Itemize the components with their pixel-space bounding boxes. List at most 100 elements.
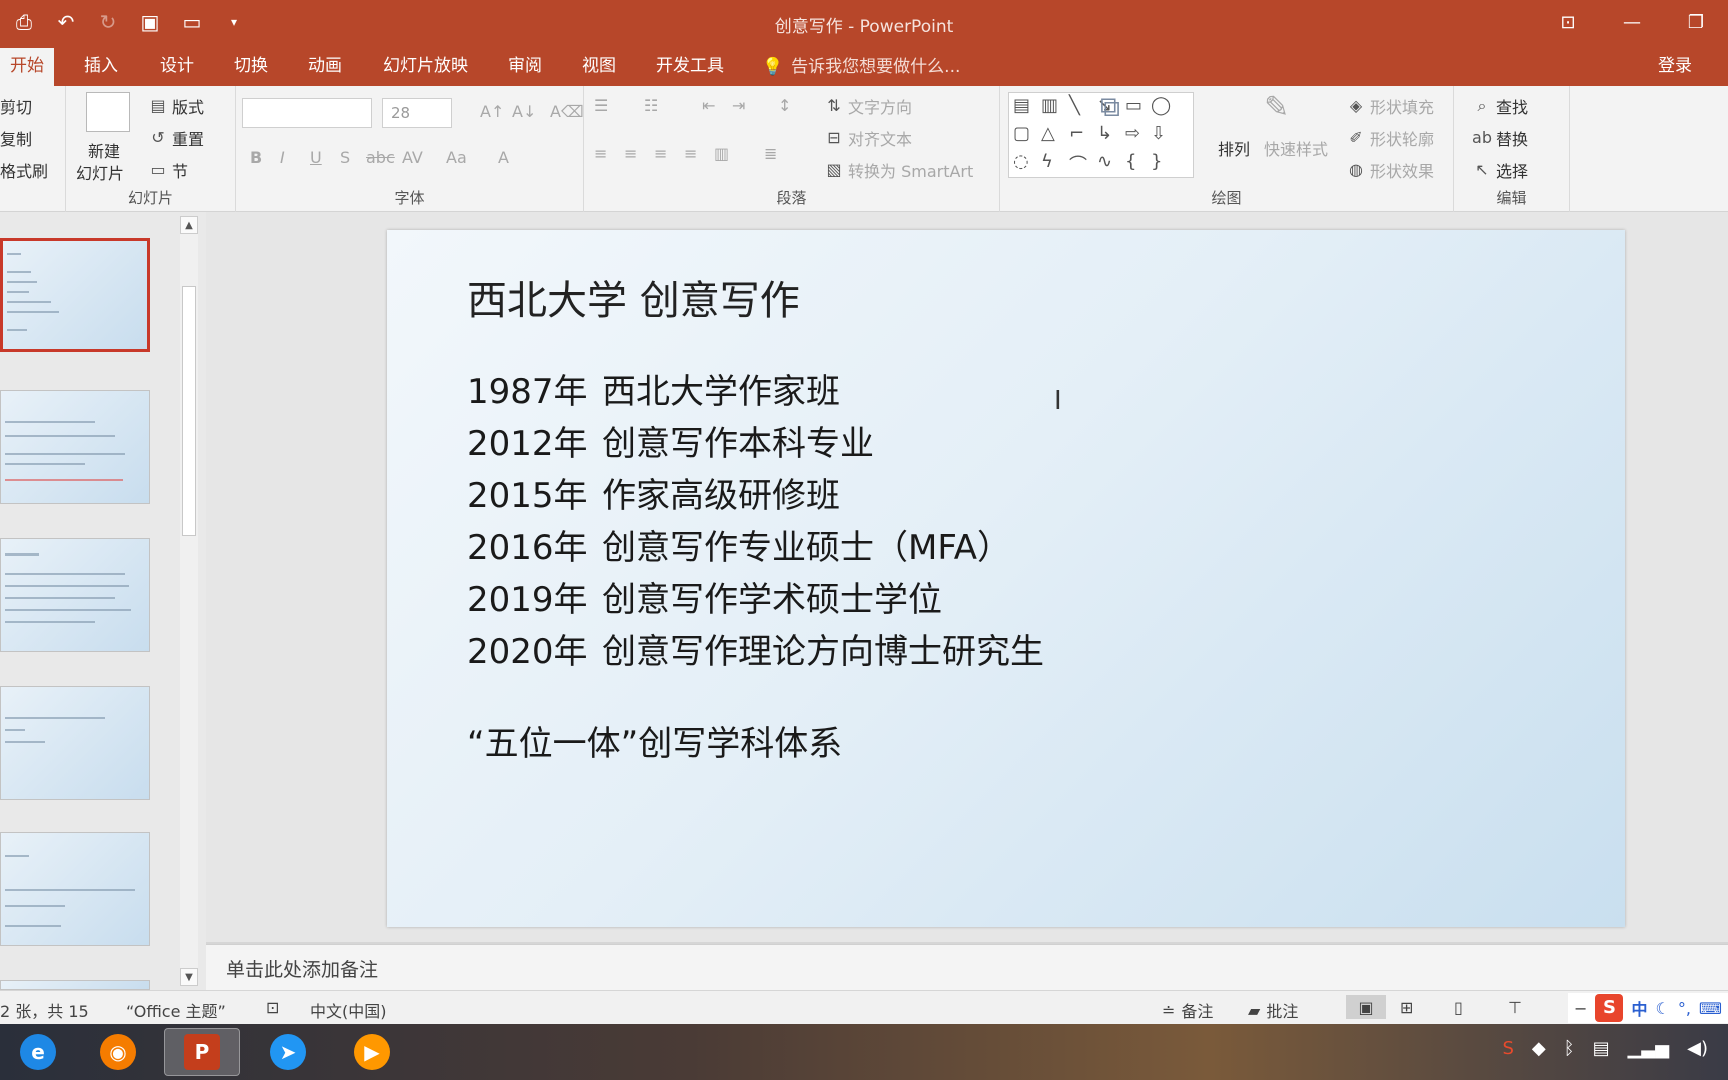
decrease-indent-icon[interactable]: ⇤	[702, 96, 715, 115]
reset-button[interactable]: ↺ 重置	[148, 126, 204, 150]
slideshow-view-icon[interactable]: ⊤	[1508, 998, 1522, 1017]
down-arrow-shape-icon[interactable]: ⇩	[1151, 123, 1166, 144]
volume-icon[interactable]: ◀)	[1687, 1038, 1708, 1059]
grow-font-icon[interactable]: A↑	[480, 102, 504, 121]
tab-transitions[interactable]: 切换	[234, 48, 268, 86]
quick-styles-button[interactable]: 快速样式	[1264, 136, 1328, 160]
scroll-up-icon[interactable]: ▲	[180, 216, 198, 234]
convert-smartart-button[interactable]: ▧ 转换为 SmartArt	[824, 158, 973, 182]
font-color-icon[interactable]: A	[498, 148, 509, 167]
vertical-textbox-icon[interactable]: ▥	[1041, 95, 1058, 116]
bold-icon[interactable]: B	[250, 148, 262, 167]
tab-developer[interactable]: 开发工具	[656, 48, 724, 86]
ie-taskbar-button[interactable]: e	[0, 1028, 76, 1076]
align-left-icon[interactable]: ≡	[594, 144, 607, 163]
text-direction-button[interactable]: ⇅ 文字方向	[824, 94, 912, 118]
scribble-icon[interactable]: ϟ	[1041, 151, 1053, 172]
moon-icon[interactable]: ☾	[1655, 999, 1669, 1018]
line-shape-icon[interactable]: ╲	[1069, 95, 1080, 116]
char-spacing-icon[interactable]: AV	[402, 148, 423, 167]
right-brace-icon[interactable]: }	[1151, 151, 1162, 172]
ime-mode[interactable]: 中	[1631, 996, 1647, 1020]
rectangle-shape-icon[interactable]: ▭	[1125, 95, 1142, 116]
firefox-taskbar-button[interactable]: ◉	[80, 1028, 156, 1076]
distribute-icon[interactable]: ≣	[764, 144, 777, 163]
strikethrough-icon[interactable]: abc	[366, 148, 395, 167]
rounded-rect-icon[interactable]: ▢	[1013, 123, 1030, 144]
shape-outline-button[interactable]: ✐ 形状轮廓	[1346, 126, 1434, 150]
slide-thumbnail[interactable]	[0, 538, 150, 652]
notes-toggle[interactable]: ≐ 备注	[1162, 998, 1213, 1022]
freeform-icon[interactable]: ◌	[1013, 151, 1029, 172]
quick-styles-icon[interactable]: ✎	[1264, 90, 1289, 125]
select-button[interactable]: ↖ 选择	[1472, 158, 1528, 182]
shadow-icon[interactable]: S	[340, 148, 350, 167]
comments-toggle[interactable]: ▰ 批注	[1248, 998, 1298, 1022]
triangle-shape-icon[interactable]: △	[1041, 123, 1055, 144]
tab-review[interactable]: 审阅	[508, 48, 542, 86]
line-spacing-icon[interactable]: ↕	[778, 96, 791, 115]
slide-thumbnail[interactable]	[0, 980, 150, 990]
notes-pane[interactable]: 单击此处添加备注	[206, 944, 1728, 990]
bluetooth-icon[interactable]: ᛒ	[1564, 1038, 1575, 1059]
tab-view[interactable]: 视图	[582, 48, 616, 86]
media-taskbar-button[interactable]: ▶	[334, 1028, 410, 1076]
minimize-icon[interactable]: —	[1600, 6, 1664, 38]
clipboard-tray-icon[interactable]: ▤	[1593, 1038, 1610, 1059]
normal-view-icon[interactable]: ▣	[1346, 995, 1386, 1019]
login-link[interactable]: 登录	[1658, 48, 1692, 84]
tab-insert[interactable]: 插入	[84, 48, 118, 86]
right-arrow-shape-icon[interactable]: ⇨	[1125, 123, 1140, 144]
tab-home[interactable]: 开始	[0, 48, 54, 86]
textbox-shape-icon[interactable]: ▤	[1013, 95, 1030, 116]
arrange-button[interactable]: 排列	[1218, 136, 1250, 160]
columns-icon[interactable]: ▥	[714, 144, 729, 163]
bullets-icon[interactable]: ☰	[594, 96, 608, 115]
shape-fill-button[interactable]: ◈ 形状填充	[1346, 94, 1434, 118]
tab-design[interactable]: 设计	[160, 48, 194, 86]
accessibility-icon[interactable]: ⊡	[266, 998, 279, 1017]
numbering-icon[interactable]: ☷	[644, 96, 658, 115]
slide-thumbnail[interactable]	[0, 390, 150, 504]
shrink-font-icon[interactable]: A↓	[512, 102, 536, 121]
sogou-tray-icon[interactable]: S	[1502, 1038, 1513, 1059]
thumbnail-scrollbar[interactable]: ▲ ▼	[180, 216, 198, 986]
powerpoint-taskbar-button[interactable]: P	[164, 1028, 240, 1076]
font-name-field[interactable]	[242, 98, 372, 128]
new-slide-label[interactable]: 新建	[88, 138, 120, 162]
elbow-connector-icon[interactable]: ⌐	[1069, 123, 1084, 144]
slide-thumbnail[interactable]	[0, 832, 150, 946]
underline-icon[interactable]: U	[310, 148, 322, 167]
tab-animations[interactable]: 动画	[308, 48, 342, 86]
new-slide-label-2[interactable]: 幻灯片	[76, 160, 124, 184]
tell-me-box[interactable]: 💡 告诉我您想要做什么...	[762, 48, 960, 86]
italic-icon[interactable]: I	[280, 148, 285, 167]
ime-toolbar[interactable]: − S 中 ☾ °, ⌨	[1568, 993, 1728, 1023]
justify-icon[interactable]: ≡	[684, 144, 697, 163]
arc-icon[interactable]: ⌒	[1069, 151, 1087, 177]
slide-footer-line[interactable]: “五位一体”创写学科体系	[467, 716, 842, 765]
layout-button[interactable]: ▤ 版式	[148, 94, 204, 118]
scrollbar-thumb[interactable]	[182, 286, 196, 536]
slide-sorter-icon[interactable]: ⊞	[1400, 998, 1413, 1017]
slide-title[interactable]: 西北大学 创意写作	[467, 268, 800, 326]
clear-format-icon[interactable]: A⌫	[550, 102, 584, 121]
scroll-down-icon[interactable]: ▼	[180, 968, 198, 986]
replace-button[interactable]: ab 替换	[1472, 126, 1528, 150]
elbow-arrow-icon[interactable]: ↳	[1097, 123, 1112, 144]
shape-effects-button[interactable]: ◍ 形状效果	[1346, 158, 1434, 182]
new-slide-icon[interactable]	[86, 92, 130, 132]
curve-icon[interactable]: ∿	[1097, 151, 1112, 172]
increase-indent-icon[interactable]: ⇥	[732, 96, 745, 115]
align-text-button[interactable]: ⊟ 对齐文本	[824, 126, 912, 150]
reading-view-icon[interactable]: ▯	[1454, 998, 1463, 1017]
sogou-logo-icon[interactable]: S	[1595, 994, 1624, 1022]
left-brace-icon[interactable]: {	[1125, 151, 1136, 172]
align-center-icon[interactable]: ≡	[624, 144, 637, 163]
change-case-icon[interactable]: Aa	[446, 148, 467, 167]
current-slide[interactable]: 西北大学 创意写作 1987年 西北大学作家班 2012年 创意写作本科专业 201…	[387, 230, 1625, 927]
network-icon[interactable]: ▁▃▅	[1628, 1038, 1670, 1059]
ribbon-display-icon[interactable]: ⊡	[1536, 6, 1600, 38]
punctuation-icon[interactable]: °,	[1678, 999, 1691, 1018]
feishu-taskbar-button[interactable]: ➤	[250, 1028, 326, 1076]
